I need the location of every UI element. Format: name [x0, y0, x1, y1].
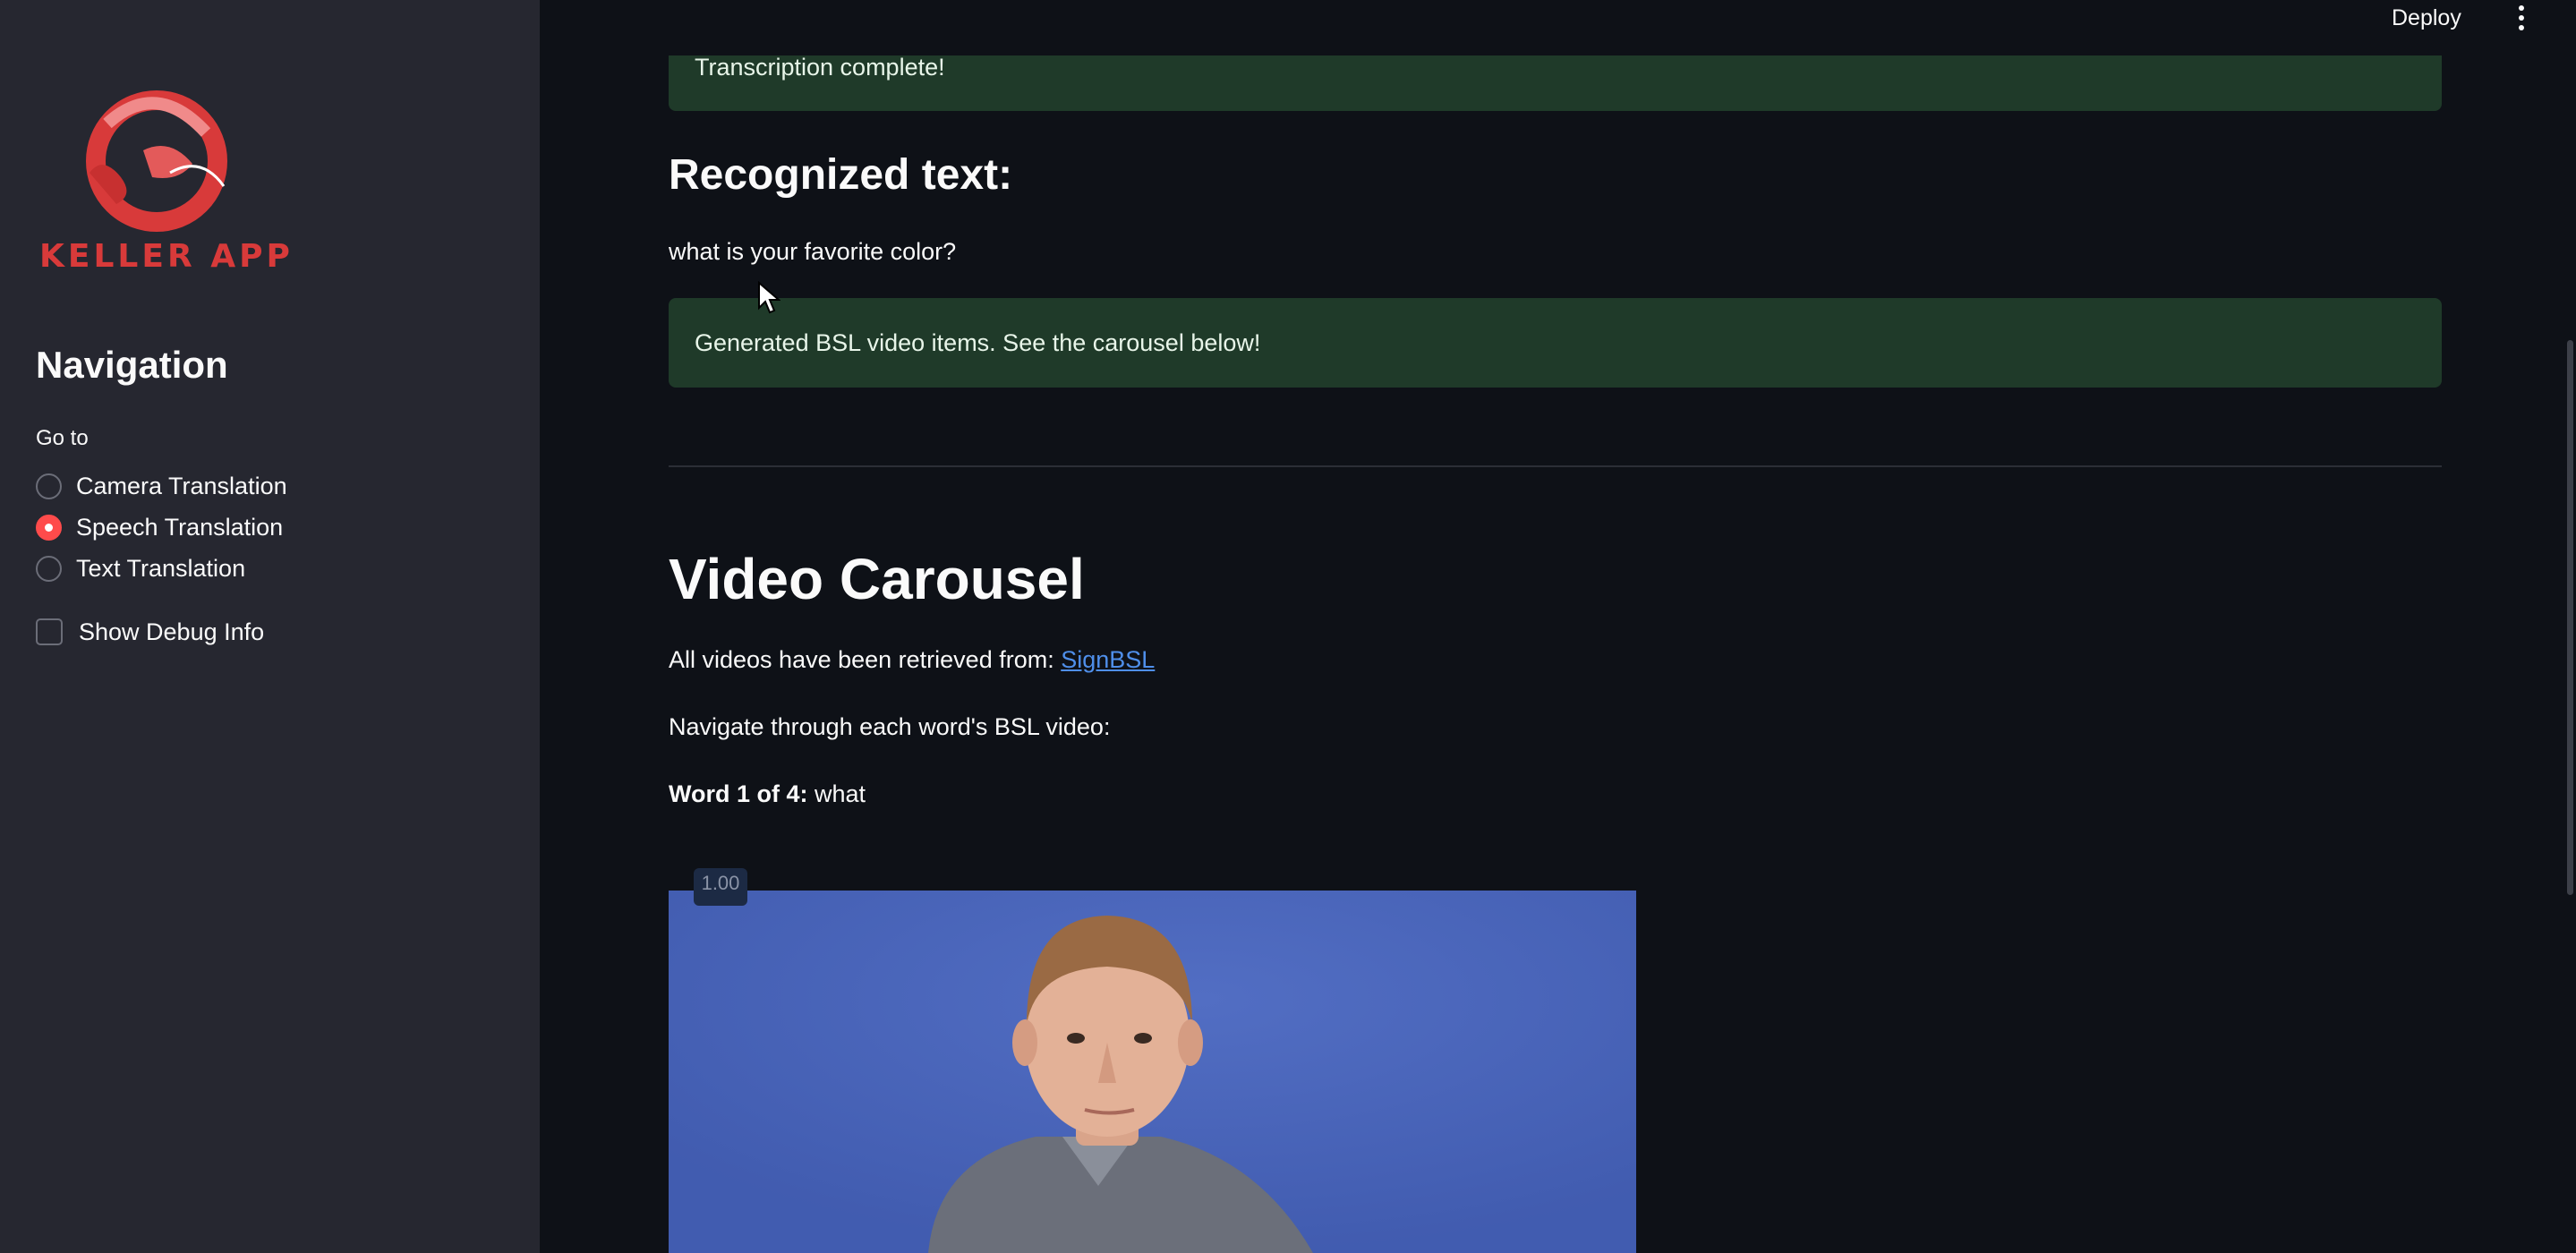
- recognized-text-value: what is your favorite color?: [669, 238, 957, 265]
- retrieved-prefix: All videos have been retrieved from:: [669, 646, 1062, 673]
- page-scrollbar[interactable]: [2567, 340, 2573, 895]
- carousel-heading: Video Carousel: [669, 547, 1085, 611]
- deploy-button[interactable]: Deploy: [2392, 0, 2461, 36]
- radio-label: Camera Translation: [76, 472, 287, 499]
- navigate-instruction: Navigate through each word's BSL video:: [669, 713, 1111, 740]
- generated-success-alert: Generated BSL video items. See the carou…: [669, 298, 2442, 388]
- radio-label: Text Translation: [76, 554, 246, 582]
- alert-text: Generated BSL video items. See the carou…: [695, 328, 1261, 356]
- vertical-ellipsis-icon[interactable]: [2508, 0, 2535, 36]
- word-value: what: [807, 780, 866, 807]
- mouse-cursor-icon: [758, 281, 780, 314]
- radio-speech-translation[interactable]: Speech Translation: [36, 509, 283, 545]
- transcription-success-alert: Transcription complete!: [669, 54, 2442, 111]
- checkbox-icon: [36, 618, 63, 645]
- app-logo: KELLER APP: [36, 88, 290, 285]
- navigation-title: Navigation: [36, 344, 228, 386]
- radio-label: Speech Translation: [76, 513, 284, 541]
- playback-speed-badge[interactable]: 1.00: [694, 868, 747, 906]
- recognized-heading: Recognized text:: [669, 151, 1013, 199]
- word-label: Word 1 of 4:: [669, 780, 808, 807]
- word-indicator: Word 1 of 4: what: [669, 780, 866, 808]
- signbsl-link[interactable]: SignBSL: [1061, 646, 1155, 673]
- retrieved-line: All videos have been retrieved from: Sig…: [669, 646, 1155, 674]
- radio-selected-icon: [36, 514, 62, 541]
- radio-text-translation[interactable]: Text Translation: [36, 550, 245, 586]
- sidebar: KELLER APP Navigation Go to Camera Trans…: [0, 0, 540, 1253]
- radio-circle-icon: [36, 473, 62, 499]
- bsl-video-player[interactable]: [669, 891, 1636, 1253]
- checkbox-label: Show Debug Info: [79, 618, 265, 645]
- divider: [669, 465, 2442, 467]
- keller-logo-icon: [86, 90, 227, 232]
- radio-camera-translation[interactable]: Camera Translation: [36, 468, 287, 504]
- goto-label: Go to: [36, 426, 89, 450]
- signer-video-frame: [669, 891, 1636, 1253]
- radio-circle-icon: [36, 555, 62, 582]
- logo-text: KELLER APP: [39, 238, 294, 275]
- show-debug-checkbox[interactable]: Show Debug Info: [36, 614, 264, 650]
- alert-text: Transcription complete!: [695, 54, 945, 81]
